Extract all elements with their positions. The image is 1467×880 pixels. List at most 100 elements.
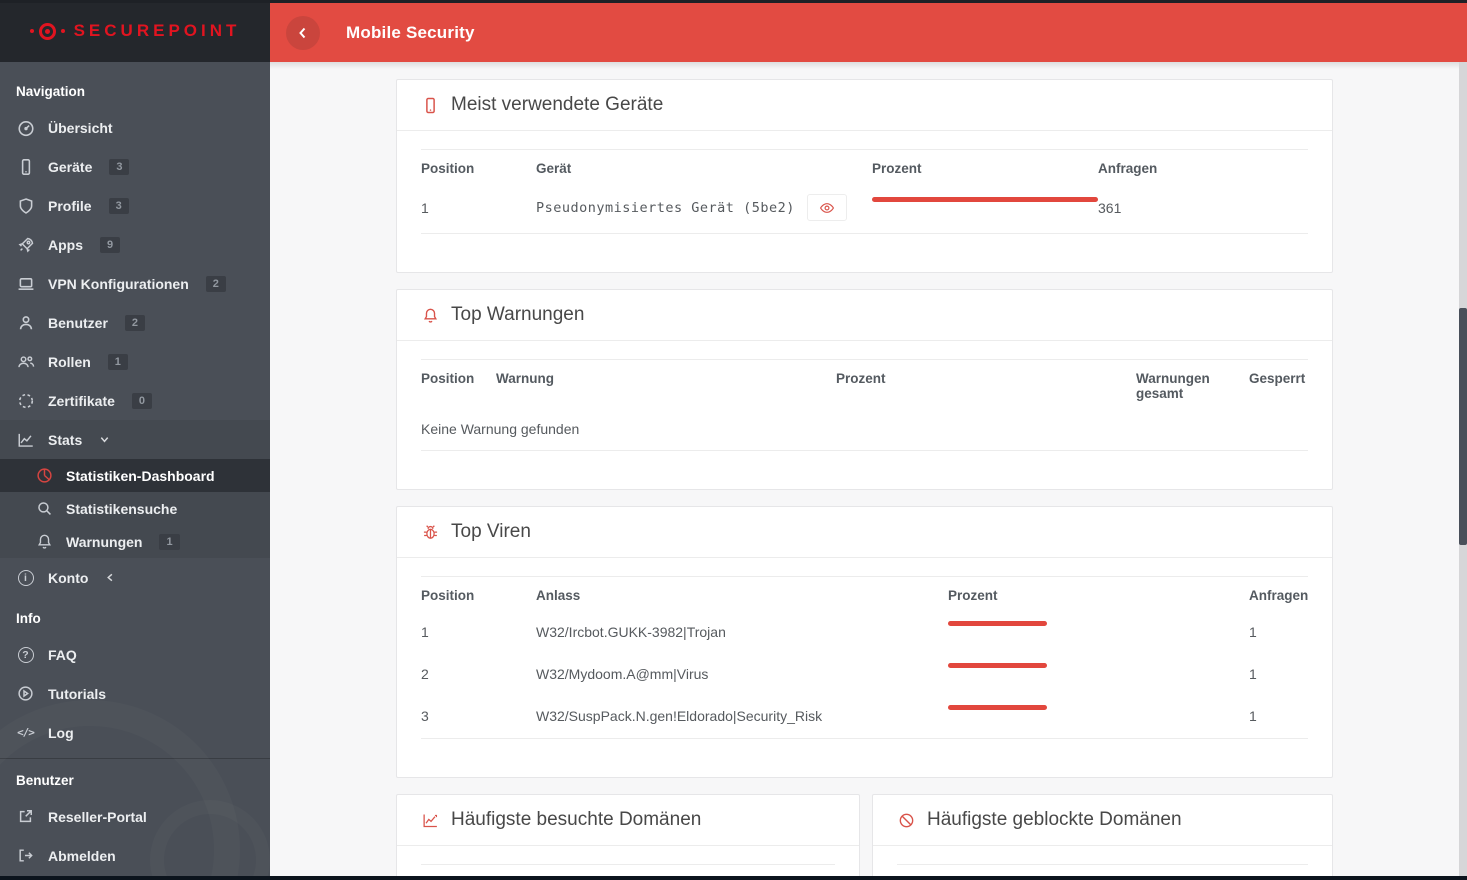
view-device-button[interactable]: [806, 194, 847, 221]
count-badge: 2: [124, 314, 146, 331]
table-body: 1 W32/Ircbot.GUKK-3982|Trojan 1 2 W32/My…: [421, 612, 1308, 739]
sidebar-item-benutzer[interactable]: Benutzer 2: [0, 303, 270, 342]
table-header-row: Position Warnung Prozent Warnungen gesam…: [421, 360, 1308, 410]
cell-position: 1: [421, 199, 429, 216]
rocket-icon: [16, 235, 35, 254]
chevron-left-icon: [105, 572, 116, 583]
col-position: Position: [421, 588, 475, 603]
sidebar: SECUREPOINT Navigation Übersicht Geräte …: [0, 0, 270, 880]
sidebar-item-geraete[interactable]: Geräte 3: [0, 147, 270, 186]
sidebar-item-stats[interactable]: Stats: [0, 420, 270, 459]
bell-icon: [36, 533, 53, 550]
sidebar-item-label: Zertifikate: [48, 392, 115, 409]
logo-dot-icon: [60, 29, 65, 33]
progress-bar: [948, 705, 1249, 710]
card-header: Meist verwendete Geräte: [397, 80, 1332, 131]
bottom-cards-row: Häufigste besuchte Domänen Position Domä…: [396, 794, 1333, 880]
sidebar-item-konto[interactable]: i Konto: [0, 558, 270, 597]
col-warnung: Warnung: [496, 371, 554, 386]
card-most-used-devices: Meist verwendete Geräte Position Gerät P…: [396, 79, 1333, 273]
count-badge: 3: [109, 158, 130, 175]
card-title: Meist verwendete Geräte: [451, 94, 664, 115]
table-row: 1 W32/Ircbot.GUKK-3982|Trojan 1: [421, 612, 1308, 654]
progress-bar: [948, 621, 1249, 626]
app-root: SECUREPOINT Navigation Übersicht Geräte …: [0, 0, 1467, 880]
col-prozent: Prozent: [872, 161, 922, 176]
sidebar-item-label: Tutorials: [48, 685, 107, 702]
sidebar-item-warnungen[interactable]: Warnungen 1: [0, 525, 270, 558]
card-top-viruses: Top Viren Position Anlass Prozent Anfrag…: [396, 506, 1333, 778]
card-header: Häufigste besuchte Domänen: [397, 795, 859, 846]
sidebar-item-faq[interactable]: ? FAQ: [0, 635, 270, 674]
cell-prozent: [948, 663, 1249, 684]
logo-dot-icon: [29, 29, 34, 33]
user-icon: [16, 313, 35, 332]
card-blocked-domains: Häufigste geblockte Domänen Position Dom…: [872, 794, 1333, 880]
sidebar-item-rollen[interactable]: Rollen 1: [0, 342, 270, 381]
certificate-icon: [16, 391, 35, 410]
table-header-row: Position Gerät Prozent Anfragen: [421, 150, 1308, 185]
search-icon: [36, 500, 53, 517]
sidebar-item-statistikensuche[interactable]: Statistikensuche: [0, 492, 270, 525]
table-header-row: Position Anlass Prozent Anfragen: [421, 577, 1308, 612]
page-header: Mobile Security: [270, 3, 1467, 62]
cell-anlass: W32/Mydoom.A@mm|Virus: [536, 665, 709, 682]
card-body: Position Gerät Prozent Anfragen 1 Pseudo…: [397, 131, 1332, 272]
brand-name: SECUREPOINT: [73, 21, 241, 40]
cards-container: Meist verwendete Geräte Position Gerät P…: [396, 62, 1333, 880]
col-prozent: Prozent: [836, 371, 886, 386]
devices-table: Position Gerät Prozent Anfragen 1 Pseudo…: [421, 149, 1308, 234]
cell-position: 1: [421, 623, 429, 640]
progress-bar: [872, 197, 1098, 202]
sidebar-item-label: Geräte: [48, 158, 93, 175]
vertical-scrollbar[interactable]: [1459, 62, 1467, 876]
card-visited-domains: Häufigste besuchte Domänen Position Domä…: [396, 794, 860, 880]
back-button[interactable]: [286, 15, 320, 50]
col-gesperrt: Gesperrt: [1249, 371, 1306, 386]
count-badge: 2: [205, 275, 226, 292]
sidebar-item-vpn-konfigurationen[interactable]: VPN Konfigurationen 2: [0, 264, 270, 303]
device-name: Pseudonymisiertes Gerät (5be2): [536, 199, 795, 216]
nav-section-navigation: Navigation: [16, 84, 86, 99]
count-badge: 1: [159, 533, 180, 550]
laptop-icon: [16, 274, 35, 293]
sidebar-item-uebersicht[interactable]: Übersicht: [0, 108, 270, 147]
table-row: 2 W32/Mydoom.A@mm|Virus 1: [421, 654, 1308, 696]
card-body: Position Domäne Prozent Anfragen 1 meetr…: [873, 846, 1332, 880]
info-circle-icon: i: [16, 568, 35, 587]
card-body: Position Anlass Prozent Anfragen 1 W32/I…: [397, 558, 1332, 777]
card-body: Position Warnung Prozent Warnungen gesam…: [397, 341, 1332, 489]
sidebar-item-label: VPN Konfigurationen: [48, 275, 189, 292]
scrollbar-thumb[interactable]: [1459, 308, 1467, 545]
count-badge: 9: [100, 236, 121, 253]
sidebar-item-statistiken-dashboard[interactable]: Statistiken-Dashboard: [0, 459, 270, 492]
warnings-table: Position Warnung Prozent Warnungen gesam…: [421, 359, 1308, 451]
sidebar-item-label: Übersicht: [48, 119, 113, 136]
col-anlass: Anlass: [536, 588, 581, 603]
count-badge: 1: [107, 353, 128, 370]
cell-anfragen: 1: [1249, 707, 1257, 724]
blocked-icon: [897, 811, 915, 829]
gauge-icon: [16, 118, 35, 137]
card-header: Häufigste geblockte Domänen: [873, 795, 1332, 846]
cell-prozent: [948, 705, 1249, 726]
sidebar-item-profile[interactable]: Profile 3: [0, 186, 270, 225]
shield-icon: [16, 196, 35, 215]
col-anfragen: Anfragen: [1249, 588, 1309, 603]
sidebar-item-label: Konto: [48, 569, 89, 586]
count-badge: 0: [131, 392, 153, 409]
smartphone-icon: [16, 157, 35, 176]
table-body: Keine Warnung gefunden: [421, 410, 1308, 451]
brand-logo[interactable]: SECUREPOINT: [0, 0, 270, 62]
stats-group: Stats Statistiken-Dashboard Statistikens…: [0, 420, 270, 558]
main-content: Meist verwendete Geräte Position Gerät P…: [270, 62, 1467, 880]
card-title: Häufigste geblockte Domänen: [927, 809, 1182, 830]
play-circle-icon: [16, 684, 35, 703]
sidebar-item-zertifikate[interactable]: Zertifikate 0: [0, 381, 270, 420]
bug-icon: [421, 523, 439, 541]
cell-device: Pseudonymisiertes Gerät (5be2): [536, 194, 872, 221]
line-chart-icon: [421, 811, 439, 829]
sidebar-item-label: FAQ: [48, 646, 77, 663]
sidebar-item-apps[interactable]: Apps 9: [0, 225, 270, 264]
sidebar-item-label: Rollen: [48, 353, 91, 370]
